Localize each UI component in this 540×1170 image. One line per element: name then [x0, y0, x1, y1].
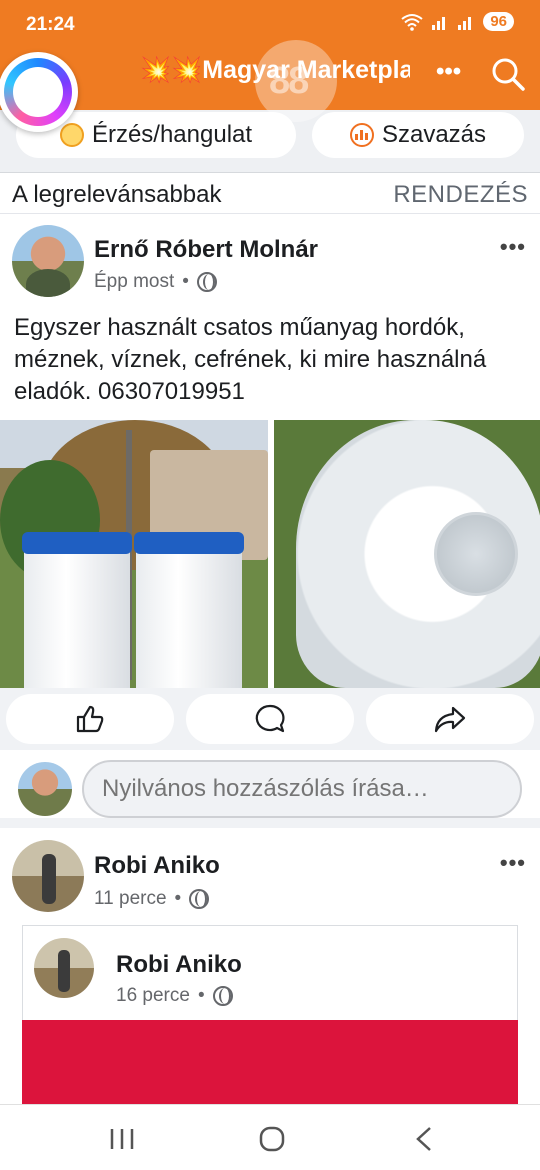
post-meta: 11 perce • [94, 888, 210, 910]
barrels-photo[interactable] [0, 420, 268, 688]
barrel-inside-photo[interactable] [274, 420, 540, 688]
post-options-icon[interactable]: ••• [500, 234, 526, 260]
avatar[interactable] [12, 225, 84, 297]
poll-icon [349, 123, 374, 147]
smiley-icon [59, 123, 84, 147]
post-time[interactable]: Épp most [94, 271, 174, 293]
feeling-label: Érzés/hangulat [91, 121, 253, 148]
avatar[interactable] [34, 938, 94, 998]
signal-icon [432, 16, 446, 30]
share-icon [434, 706, 466, 733]
share-button[interactable] [366, 694, 534, 744]
meta-separator: • [174, 888, 182, 909]
status-time: 21:24 [26, 14, 75, 35]
sort-row: A legrelevánsabbak RENDEZÉS [0, 172, 540, 214]
like-icon [76, 705, 104, 733]
shared-post-author[interactable]: Robi Aniko [116, 951, 242, 979]
assistant-bubble-icon[interactable] [0, 52, 78, 132]
post-actions [0, 688, 540, 750]
like-button[interactable] [6, 694, 174, 744]
meta-separator: • [182, 271, 189, 292]
post-text: Egyszer használt csatos műanyag hordók, … [14, 314, 487, 405]
signal-icon-2 [458, 16, 472, 30]
post-time[interactable]: 11 perce [94, 888, 167, 910]
shared-post-meta: 16 perce • [116, 985, 233, 1007]
poll-chip[interactable]: Szavazás [312, 112, 524, 158]
more-icon[interactable]: ••• [436, 58, 461, 86]
search-icon[interactable] [490, 56, 526, 92]
globe-icon [189, 889, 210, 909]
battery-badge: 96 [483, 12, 514, 31]
floating-overlay-icon[interactable]: 88 [255, 40, 337, 122]
avatar [18, 762, 72, 816]
wifi-icon [401, 13, 423, 31]
status-icons: 96 [401, 12, 514, 31]
post-author[interactable]: Robi Aniko [94, 852, 220, 880]
home-icon[interactable] [252, 1123, 292, 1155]
post-author[interactable]: Ernő Róbert Molnár [94, 236, 318, 264]
back-icon[interactable] [404, 1123, 444, 1155]
comment-button[interactable] [186, 694, 354, 744]
comment-icon [255, 704, 285, 733]
meta-separator: • [197, 985, 205, 1006]
comment-input[interactable] [82, 760, 522, 818]
post-options-icon[interactable]: ••• [500, 850, 526, 876]
post-photos[interactable] [0, 420, 540, 688]
poll-label: Szavazás [381, 121, 487, 148]
avatar[interactable] [12, 840, 84, 912]
globe-icon [196, 272, 217, 292]
system-nav-bar [0, 1104, 540, 1170]
sort-button[interactable]: RENDEZÉS [393, 181, 528, 209]
post-time[interactable]: 16 perce [116, 985, 190, 1007]
composer-chips: Érzés/hangulat Szavazás [0, 110, 540, 172]
post-meta: Épp most • [94, 271, 217, 293]
globe-icon [212, 986, 233, 1006]
sort-label: A legrelevánsabbak [12, 181, 222, 208]
shared-post-image[interactable] [22, 1020, 518, 1104]
recent-apps-icon[interactable] [102, 1123, 142, 1155]
